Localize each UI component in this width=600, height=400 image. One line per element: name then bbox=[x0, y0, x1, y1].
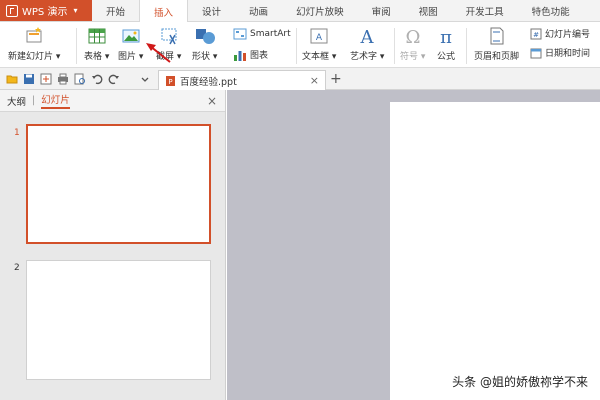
quick-access-bar: P 百度经验.ppt × + bbox=[0, 68, 600, 90]
app-menu-button[interactable]: WPS 演示 ▾ bbox=[0, 0, 92, 21]
svg-text:A: A bbox=[360, 27, 375, 46]
menu-tab-review[interactable]: 审阅 bbox=[358, 0, 405, 21]
shapes-icon bbox=[195, 29, 215, 44]
panel-tabs: 大纲 | 幻灯片 × bbox=[0, 90, 225, 112]
chart-label: 图表 bbox=[250, 51, 269, 61]
shapes-label: 形状 bbox=[192, 52, 211, 62]
tab-slides[interactable]: 幻灯片 bbox=[41, 92, 70, 109]
wordart-icon: A bbox=[360, 27, 375, 46]
slide-number-label: 幻灯片编号 bbox=[545, 30, 591, 40]
textbox-icon: A bbox=[310, 28, 328, 44]
print-preview-icon[interactable] bbox=[74, 73, 86, 85]
screenshot-icon bbox=[161, 28, 177, 45]
ribbon-divider bbox=[466, 28, 467, 64]
slide-thumbnail[interactable] bbox=[26, 260, 211, 380]
ribbon-divider bbox=[76, 28, 77, 64]
document-tab[interactable]: P 百度经验.ppt × bbox=[158, 70, 326, 90]
slide-thumbnail[interactable] bbox=[26, 124, 211, 244]
wps-logo-icon bbox=[6, 4, 18, 17]
ppt-file-icon: P bbox=[166, 75, 175, 86]
formula-label: 公式 bbox=[436, 52, 455, 62]
picture-button[interactable]: 图片 ▾ bbox=[118, 26, 143, 62]
document-title: 百度经验.ppt bbox=[180, 76, 237, 88]
chart-icon bbox=[234, 50, 246, 61]
new-slide-button[interactable]: 新建幻灯片 ▾ bbox=[8, 26, 60, 62]
textbox-label: 文本框 bbox=[302, 52, 330, 62]
close-icon[interactable]: × bbox=[207, 94, 217, 108]
smartart-label: SmartArt bbox=[250, 29, 291, 39]
add-tab-icon[interactable]: + bbox=[330, 71, 342, 87]
menu-tabs: 开始 插入 设计 动画 幻灯片放映 审阅 视图 开发工具 特色功能 bbox=[92, 0, 584, 23]
ribbon-divider bbox=[296, 28, 297, 64]
picture-label: 图片 bbox=[118, 52, 137, 62]
slide-number: 1 bbox=[14, 128, 20, 138]
chevron-down-icon: ▾ bbox=[73, 6, 78, 15]
menu-tab-features[interactable]: 特色功能 bbox=[518, 0, 584, 21]
menu-tab-view[interactable]: 视图 bbox=[405, 0, 452, 21]
screenshot-label: 截屏 bbox=[156, 52, 175, 62]
chevron-down-icon[interactable] bbox=[140, 73, 150, 85]
header-footer-icon bbox=[490, 27, 503, 45]
table-button[interactable]: 表格 ▾ bbox=[84, 26, 109, 62]
formula-button[interactable]: π 公式 bbox=[436, 26, 456, 62]
chart-button[interactable]: 图表 bbox=[233, 48, 268, 61]
slide-canvas[interactable] bbox=[390, 102, 600, 400]
menu-tab-slideshow[interactable]: 幻灯片放映 bbox=[282, 0, 358, 21]
slides-panel: 大纲 | 幻灯片 × 1 2 bbox=[0, 90, 226, 400]
table-label: 表格 bbox=[84, 52, 103, 62]
slide-editor bbox=[227, 90, 600, 400]
date-time-icon bbox=[530, 48, 542, 58]
smartart-button[interactable]: SmartArt bbox=[233, 28, 291, 40]
wordart-button[interactable]: A 艺术字 ▾ bbox=[350, 26, 384, 62]
table-icon bbox=[88, 28, 106, 44]
svg-text:Ω: Ω bbox=[405, 27, 420, 46]
smartart-icon bbox=[233, 28, 247, 40]
watermark: 头条 @姐的娇傲祢学不来 bbox=[452, 375, 588, 389]
picture-icon bbox=[122, 29, 140, 43]
insert-ribbon: 新建幻灯片 ▾ 表格 ▾ 图片 ▾ 截屏 ▾ 形状 ▾ SmartArt 图表 … bbox=[0, 22, 600, 68]
redo-icon[interactable] bbox=[108, 73, 120, 85]
symbol-label: 符号 bbox=[400, 52, 419, 62]
menu-tab-insert[interactable]: 插入 bbox=[139, 0, 189, 23]
menu-tab-design[interactable]: 设计 bbox=[188, 0, 235, 21]
menu-tab-home[interactable]: 开始 bbox=[92, 0, 139, 21]
new-slide-icon bbox=[26, 27, 42, 43]
wordart-label: 艺术字 bbox=[350, 52, 378, 62]
date-time-button[interactable]: 日期和时间 bbox=[530, 46, 590, 59]
screenshot-button[interactable]: 截屏 ▾ bbox=[156, 26, 181, 62]
symbol-button[interactable]: Ω 符号 ▾ bbox=[400, 26, 425, 62]
print-icon[interactable] bbox=[57, 73, 69, 85]
undo-icon[interactable] bbox=[91, 73, 103, 85]
open-icon[interactable] bbox=[6, 73, 18, 85]
textbox-button[interactable]: A 文本框 ▾ bbox=[302, 26, 336, 62]
new-slide-label: 新建幻灯片 bbox=[8, 52, 54, 62]
slide-number-button[interactable]: # 幻灯片编号 bbox=[530, 27, 590, 40]
symbol-icon: Ω bbox=[405, 27, 420, 46]
date-time-label: 日期和时间 bbox=[545, 49, 591, 59]
svg-text:π: π bbox=[440, 27, 452, 46]
menu-bar: WPS 演示 ▾ 开始 插入 设计 动画 幻灯片放映 审阅 视图 开发工具 特色… bbox=[0, 0, 600, 23]
header-footer-label: 页眉和页脚 bbox=[474, 52, 520, 62]
ribbon-divider bbox=[394, 28, 395, 64]
menu-tab-animation[interactable]: 动画 bbox=[235, 0, 282, 21]
shapes-button[interactable]: 形状 ▾ bbox=[192, 26, 217, 62]
formula-icon: π bbox=[440, 27, 452, 46]
slide-number-icon: # bbox=[530, 28, 542, 39]
menu-tab-developer[interactable]: 开发工具 bbox=[452, 0, 518, 21]
export-icon[interactable] bbox=[40, 73, 52, 85]
svg-text:A: A bbox=[316, 33, 323, 43]
svg-text:P: P bbox=[168, 78, 172, 86]
tab-outline[interactable]: 大纲 bbox=[7, 94, 26, 108]
tab-divider: | bbox=[32, 95, 36, 106]
app-name: WPS 演示 bbox=[22, 7, 68, 18]
slide-number: 2 bbox=[14, 263, 20, 273]
save-icon[interactable] bbox=[23, 73, 35, 85]
close-icon[interactable]: × bbox=[310, 74, 319, 87]
header-footer-button[interactable]: 页眉和页脚 bbox=[474, 26, 519, 62]
svg-text:#: # bbox=[533, 31, 539, 39]
